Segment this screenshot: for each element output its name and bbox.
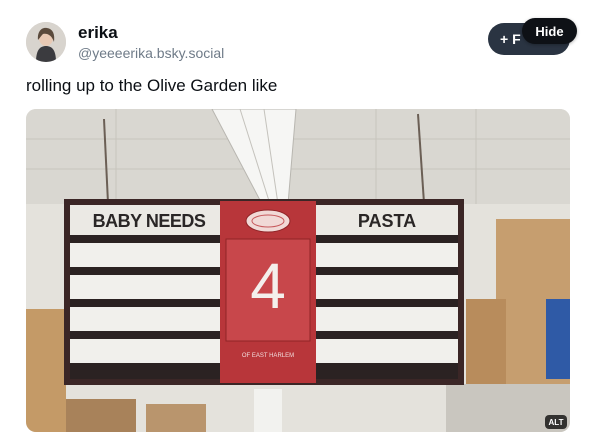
alt-text-badge[interactable]: ALT — [545, 415, 567, 429]
post-card: erika @yeeeerika.bsky.social + F Hide ro… — [0, 0, 593, 442]
sign-aisle-number: 4 — [250, 250, 286, 322]
post-text: rolling up to the Olive Garden like — [26, 76, 278, 95]
follow-button-label: + F — [500, 31, 521, 47]
hide-tooltip: Hide — [522, 18, 577, 44]
author-handle[interactable]: @yeeeerika.bsky.social — [78, 45, 224, 61]
sign-store-tagline: OF EAST HARLEM — [241, 353, 295, 359]
avatar[interactable] — [26, 22, 66, 62]
author-display-name[interactable]: erika — [78, 23, 118, 43]
sign-left-label: BABY NEEDS — [92, 211, 206, 231]
sign-right-label: PASTA — [357, 211, 417, 231]
